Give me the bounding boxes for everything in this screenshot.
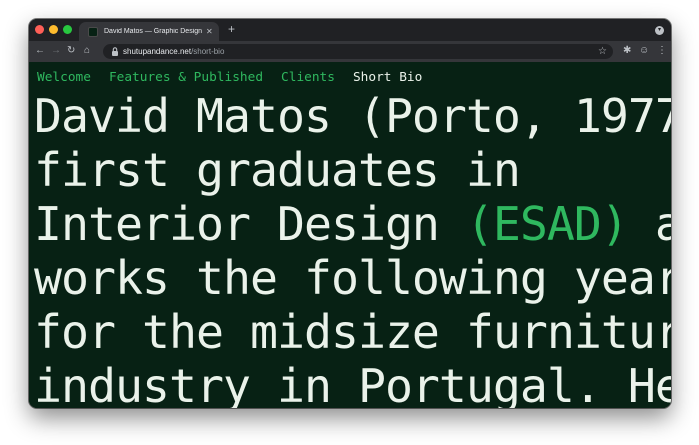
url-path: /short-bio bbox=[191, 47, 225, 56]
tab-bar: David Matos — Graphic Design ✕ + ▾ bbox=[29, 19, 671, 41]
lock-icon bbox=[112, 47, 118, 56]
close-tab-icon[interactable]: ✕ bbox=[206, 27, 213, 36]
url-text: shutupandance.net/short-bio bbox=[123, 45, 224, 58]
nav-link-features-published[interactable]: Features & Published bbox=[109, 70, 263, 86]
bio-line: industry in Portugal. He bbox=[34, 359, 671, 408]
maximize-window-button[interactable] bbox=[63, 25, 72, 34]
tab-search-icon[interactable]: ▾ bbox=[655, 26, 664, 35]
window-controls bbox=[35, 25, 72, 34]
extensions-puzzle-icon[interactable]: ✱ bbox=[623, 44, 631, 58]
nav-link-short-bio[interactable]: Short Bio bbox=[353, 70, 422, 86]
browser-menu-icon[interactable]: ⋮ bbox=[657, 44, 667, 58]
url-host: shutupandance.net bbox=[123, 47, 192, 56]
bio-text: Interior Design bbox=[34, 197, 466, 251]
browser-window: David Matos — Graphic Design ✕ + ▾ ← → ↻… bbox=[29, 19, 671, 408]
bio-line: David Matos (Porto, 1977) bbox=[34, 89, 671, 143]
home-icon[interactable]: ⌂ bbox=[84, 44, 90, 58]
bio-text: and bbox=[654, 197, 671, 251]
address-bar[interactable]: shutupandance.net/short-bio ☆ bbox=[103, 44, 613, 59]
browser-tab[interactable]: David Matos — Graphic Design ✕ bbox=[79, 22, 219, 41]
bio-line: works the following years bbox=[34, 251, 671, 305]
favicon-icon bbox=[88, 26, 98, 37]
close-window-button[interactable] bbox=[35, 25, 44, 34]
back-arrow-icon[interactable]: ← bbox=[35, 44, 45, 58]
nav-link-welcome[interactable]: Welcome bbox=[37, 70, 91, 86]
forward-arrow-icon[interactable]: → bbox=[51, 44, 61, 58]
bio-line: Interior Design (ESAD) and bbox=[34, 197, 671, 251]
browser-toolbar: ← → ↻ ⌂ shutupandance.net/short-bio ☆ ✱ … bbox=[29, 41, 671, 62]
nav-link-clients[interactable]: Clients bbox=[281, 70, 335, 86]
tab-title: David Matos — Graphic Design bbox=[104, 28, 203, 35]
minimize-window-button[interactable] bbox=[49, 25, 58, 34]
reload-icon[interactable]: ↻ bbox=[67, 44, 75, 58]
profile-icon[interactable]: ☺ bbox=[639, 44, 649, 58]
site-nav: Welcome Features & Published Clients Sho… bbox=[37, 70, 440, 86]
bookmark-star-icon[interactable]: ☆ bbox=[598, 44, 607, 59]
new-tab-icon[interactable]: + bbox=[228, 22, 235, 36]
web-page: Welcome Features & Published Clients Sho… bbox=[29, 62, 671, 408]
short-bio-text: David Matos (Porto, 1977) first graduates… bbox=[34, 89, 671, 408]
esad-highlight: (ESAD) bbox=[465, 197, 629, 251]
bio-line: first graduates in bbox=[34, 143, 521, 197]
bio-line: for the midsize furniture bbox=[34, 305, 671, 359]
